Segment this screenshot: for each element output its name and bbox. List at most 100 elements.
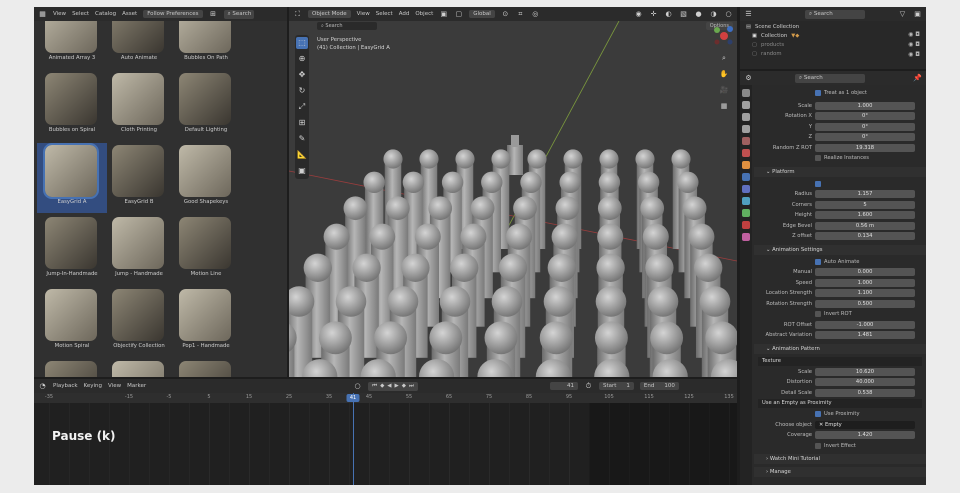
new-collection-icon[interactable]: ▣	[913, 10, 922, 19]
zoom-icon[interactable]: ⌕	[720, 54, 729, 63]
viewport-menu-view[interactable]: View	[357, 11, 370, 17]
tool-tab-icon[interactable]	[742, 89, 750, 97]
eye-icon[interactable]: ◉ ◘	[908, 41, 920, 48]
render-tab-icon[interactable]	[742, 101, 750, 109]
texture-subpanel[interactable]: Texture	[758, 356, 922, 366]
camera-view-icon[interactable]: 🎥	[720, 86, 729, 95]
object-tab-icon[interactable]	[742, 161, 750, 169]
platform-enable-row[interactable]	[754, 180, 926, 189]
viewport-editor-icon[interactable]: ⛶	[293, 10, 302, 19]
animation-pattern-section-header[interactable]: ⌄ Animation Pattern	[754, 343, 926, 354]
measure-tool-icon[interactable]: 📐	[296, 149, 308, 161]
filter-icon[interactable]: ▽	[898, 10, 907, 19]
viewport-menu-add[interactable]: Add	[399, 11, 410, 17]
timeline-editor-icon[interactable]: ◔	[38, 382, 47, 391]
shading-solid-icon[interactable]: ●	[694, 10, 703, 19]
overlay-icon[interactable]: ◐	[664, 10, 673, 19]
asset-tile[interactable]: Jump-In-Handmade	[37, 215, 107, 285]
select-extend-icon[interactable]: ▢	[454, 10, 463, 19]
checkbox[interactable]	[815, 411, 821, 417]
invert-effect-checkbox[interactable]: Invert Effect	[754, 442, 926, 451]
jump-end-icon[interactable]: ⏭	[409, 383, 414, 390]
property-value-field[interactable]: 1.157	[815, 190, 915, 198]
asset-tile[interactable]: EasyGrid B	[104, 143, 174, 213]
asset-tile[interactable]	[104, 359, 174, 377]
asset-search-input[interactable]: ⌕ Search	[223, 9, 254, 19]
asset-tile[interactable]: EasyGrid A	[37, 143, 107, 213]
property-value-field[interactable]: 10.620	[815, 367, 915, 376]
checkbox[interactable]	[815, 311, 821, 317]
checkbox[interactable]	[815, 180, 821, 187]
property-value-field[interactable]: 1.100	[815, 289, 915, 297]
checkbox[interactable]	[815, 155, 821, 161]
property-value-field[interactable]: -1.000	[815, 320, 915, 329]
asset-menu-catalog[interactable]: Catalog	[95, 11, 116, 17]
pan-hand-icon[interactable]: ✋	[720, 70, 729, 79]
property-value-field[interactable]: 0.56 m	[815, 221, 915, 230]
transform-tool-icon[interactable]: ⊞	[296, 117, 308, 129]
pivot-icon[interactable]: ⊙	[501, 10, 510, 19]
watch-tutorial-section[interactable]: › Watch Mini Tutorial	[754, 454, 926, 464]
outliner-scene-collection[interactable]: ▤ Scene Collection	[746, 24, 799, 30]
property-value-field[interactable]: 1.481	[815, 331, 915, 339]
treat-as-one-checkbox[interactable]: Treat as 1 object	[754, 89, 926, 98]
eye-icon[interactable]: ◉ ◘	[908, 31, 920, 38]
timeline-menu-playback[interactable]: Playback	[53, 383, 78, 389]
property-value-field[interactable]: 19.318	[815, 143, 915, 152]
property-value-field[interactable]: 0.000	[815, 268, 915, 276]
rotate-tool-icon[interactable]: ↻	[296, 85, 308, 97]
checkbox[interactable]	[815, 258, 821, 265]
platform-section-header[interactable]: ⌄ Platform	[754, 166, 926, 177]
asset-tile[interactable]: Good Shapekeys	[171, 143, 241, 213]
property-value-field[interactable]: 0°	[815, 122, 915, 131]
asset-tile[interactable]: Auto Animate	[104, 21, 174, 69]
material-tab-icon[interactable]	[742, 221, 750, 229]
shading-material-icon[interactable]: ◑	[709, 10, 718, 19]
stopwatch-icon[interactable]: ⏱	[584, 382, 593, 391]
play-reverse-icon[interactable]: ◀	[387, 383, 391, 390]
playhead-frame-badge[interactable]: 41	[346, 394, 360, 402]
viewport-menu-object[interactable]: Object	[415, 11, 433, 17]
scale-tool-icon[interactable]: ⤢	[296, 101, 308, 113]
timeline-menu-keying[interactable]: Keying	[84, 383, 102, 389]
manage-section[interactable]: › Manage	[754, 467, 926, 477]
asset-browser-editor-icon[interactable]: ▦	[38, 10, 47, 19]
outliner-item-products[interactable]: ▢ products	[752, 42, 784, 48]
property-value-field[interactable]: 1.420	[815, 431, 915, 439]
asset-menu-select[interactable]: Select	[72, 11, 89, 17]
outliner-item-collection[interactable]: ▣ Collection ▼◆	[752, 33, 799, 39]
property-value-field[interactable]: 1.000	[815, 101, 915, 110]
output-tab-icon[interactable]	[742, 113, 750, 121]
asset-tile[interactable]: Animated Array 3	[37, 21, 107, 69]
3d-viewport[interactable]: ⛶ Object Mode View Select Add Object ▣ ▢…	[289, 7, 737, 377]
physics-tab-icon[interactable]	[742, 197, 750, 205]
snap-icon[interactable]: ⌗	[516, 10, 525, 19]
property-value-field[interactable]: 0.500	[815, 299, 915, 308]
asset-tile[interactable]: Bubbles On Path	[171, 21, 241, 69]
asset-tile[interactable]: Default Lighting	[171, 71, 241, 141]
checkbox[interactable]	[815, 442, 821, 449]
property-value-field[interactable]: 40.000	[815, 378, 915, 386]
xray-icon[interactable]: ▧	[679, 10, 688, 19]
grid-view-icon[interactable]: ⊞	[209, 10, 218, 19]
world-tab-icon[interactable]	[742, 149, 750, 157]
property-value-field[interactable]: 0°	[815, 112, 915, 120]
property-value-field[interactable]: 0.538	[815, 388, 915, 397]
property-value-field[interactable]: 5	[815, 200, 915, 209]
current-frame-field[interactable]: 41	[549, 382, 578, 390]
scene-tab-icon[interactable]	[742, 137, 750, 145]
checkbox[interactable]	[815, 90, 821, 96]
constraints-tab-icon[interactable]	[742, 209, 750, 217]
animation-settings-section-header[interactable]: ⌄ Animation Settings	[754, 244, 926, 255]
asset-menu-asset[interactable]: Asset	[122, 11, 137, 17]
mode-dropdown[interactable]: Object Mode	[308, 10, 351, 18]
visibility-icon[interactable]: ◉	[634, 10, 643, 19]
axis-gizmo-icon[interactable]	[713, 25, 735, 47]
viewport-menu-select[interactable]: Select	[376, 11, 393, 17]
modifier-tab-icon[interactable]	[742, 173, 750, 181]
cursor-tool-icon[interactable]: ⊕	[296, 53, 308, 65]
record-icon[interactable]: ○	[353, 382, 362, 391]
prev-key-icon[interactable]: ◆	[380, 383, 384, 390]
asset-tile[interactable]: Objectify Collection	[104, 287, 174, 357]
move-tool-icon[interactable]: ✥	[296, 69, 308, 81]
